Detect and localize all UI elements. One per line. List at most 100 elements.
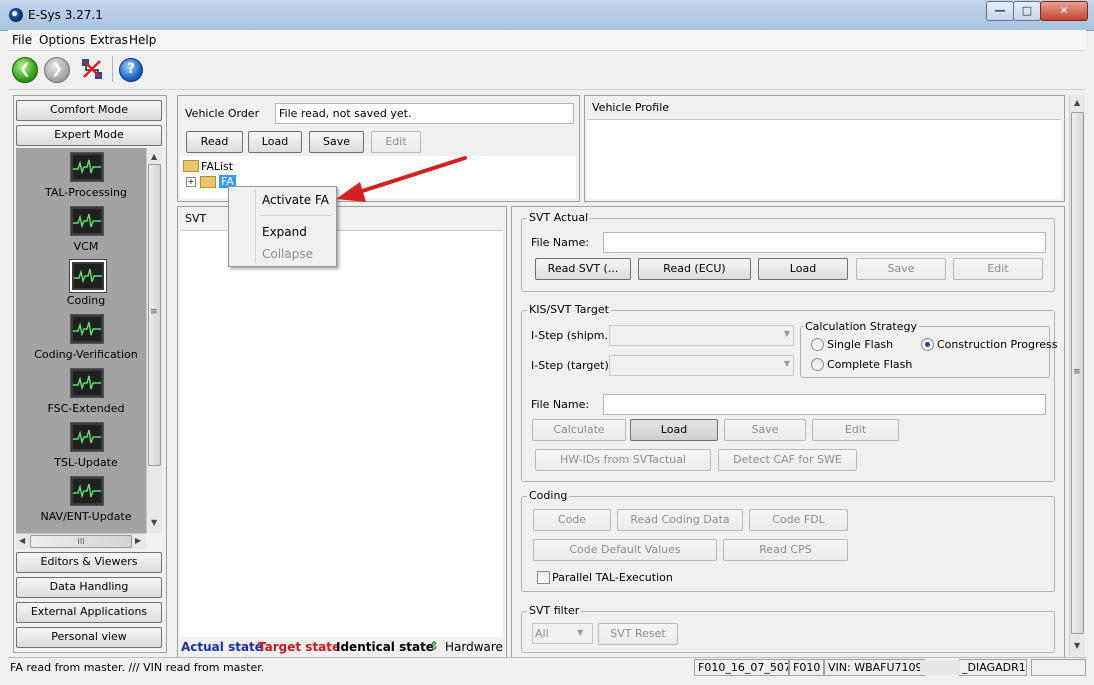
scroll-left-icon[interactable]: ◀ xyxy=(19,536,25,545)
svt-actual-edit-button[interactable]: Edit xyxy=(953,258,1043,280)
status-istep: F010_16_07_507 xyxy=(694,659,789,676)
tool-fsc-extended[interactable]: FSC-Extended xyxy=(16,366,146,420)
personal-view-button[interactable]: Personal view xyxy=(16,627,162,648)
svt-filter-select[interactable]: All xyxy=(532,623,593,644)
scroll-thumb[interactable]: ≡ xyxy=(1071,112,1084,634)
menu-bar xyxy=(8,30,1086,51)
tool-label: Coding-Verification xyxy=(34,348,138,361)
oscilloscope-icon xyxy=(70,368,104,398)
expert-mode-button[interactable]: Expert Mode xyxy=(16,125,162,146)
read-ecu-button[interactable]: Read (ECU) xyxy=(638,258,751,280)
svt-reset-button[interactable]: SVT Reset xyxy=(598,623,678,645)
menu-file[interactable]: File xyxy=(12,33,32,47)
calculation-strategy-title: Calculation Strategy xyxy=(803,320,919,333)
tool-tsl-update[interactable]: TSL-Update xyxy=(16,420,146,474)
tool-list-vscrollbar[interactable]: ▲ ≡ ▼ xyxy=(146,148,162,533)
oscilloscope-icon xyxy=(70,476,104,506)
scroll-up-icon[interactable]: ▲ xyxy=(151,152,157,161)
legend-hardware: Hardware xyxy=(445,640,503,654)
minimize-button[interactable]: — xyxy=(986,1,1014,21)
forward-icon[interactable]: ❯ xyxy=(44,57,70,83)
load-fa-button[interactable]: Load xyxy=(248,131,302,153)
main-vscrollbar[interactable]: ▲ ≡ ▼ xyxy=(1069,95,1085,656)
single-flash-label: Single Flash xyxy=(827,338,894,351)
back-icon[interactable]: ❮ xyxy=(12,57,38,83)
read-fa-button[interactable]: Read xyxy=(186,131,243,153)
scroll-thumb[interactable]: III xyxy=(30,535,132,548)
tree-expand-icon[interactable]: + xyxy=(186,177,196,187)
editors-viewers-button[interactable]: Editors & Viewers xyxy=(16,552,162,573)
kis-load-button[interactable]: Load xyxy=(630,419,718,441)
code-fdl-button[interactable]: Code FDL xyxy=(749,509,848,531)
folder-icon xyxy=(183,160,199,172)
calculate-button[interactable]: Calculate xyxy=(532,419,626,441)
scroll-down-icon[interactable]: ▼ xyxy=(1074,641,1080,650)
chevron-down-icon: ▼ xyxy=(783,359,790,368)
istep-shipm-select[interactable]: ▼ xyxy=(609,325,794,346)
scroll-down-icon[interactable]: ▼ xyxy=(151,518,157,527)
help-icon[interactable]: ? xyxy=(119,58,143,82)
kis-svt-target-title: KIS/SVT Target xyxy=(527,303,611,316)
status-empty-cell xyxy=(1031,659,1086,676)
legend-identical-state: Identical state xyxy=(336,640,434,654)
svt-actual-file-name-input[interactable] xyxy=(603,232,1046,253)
tool-label: FSC-Extended xyxy=(47,402,125,415)
parallel-tal-checkbox[interactable] xyxy=(537,571,550,584)
minimize-icon: — xyxy=(994,4,1006,17)
kis-edit-button[interactable]: Edit xyxy=(812,419,899,441)
menu-options[interactable]: Options xyxy=(39,33,85,47)
code-default-values-button[interactable]: Code Default Values xyxy=(533,539,717,561)
code-button[interactable]: Code xyxy=(533,509,611,531)
close-button[interactable]: ✕ xyxy=(1040,1,1088,21)
scroll-right-icon[interactable]: ▶ xyxy=(135,536,141,545)
status-series: F010 xyxy=(789,659,824,676)
menu-extras[interactable]: Extras xyxy=(90,33,128,47)
menu-item-expand[interactable]: Expand xyxy=(262,225,307,239)
window-title: E-Sys 3.27.1 xyxy=(28,8,103,22)
scroll-thumb[interactable]: ≡ xyxy=(148,164,161,466)
toolbar xyxy=(8,51,1086,90)
complete-flash-radio[interactable] xyxy=(811,358,824,371)
menu-item-collapse[interactable]: Collapse xyxy=(262,247,313,261)
data-handling-button[interactable]: Data Handling xyxy=(16,577,162,598)
legend-target-state: Target state xyxy=(258,640,341,654)
single-flash-radio[interactable] xyxy=(811,338,824,351)
external-applications-button[interactable]: External Applications xyxy=(16,602,162,623)
read-cps-button[interactable]: Read CPS xyxy=(723,539,848,561)
menu-gutter xyxy=(255,189,256,263)
connect-icon[interactable] xyxy=(80,57,104,81)
detect-caf-button[interactable]: Detect CAF for SWE xyxy=(718,449,857,471)
tool-tal-processing[interactable]: TAL-Processing xyxy=(16,150,146,204)
close-icon: ✕ xyxy=(1059,4,1069,17)
tree-item-falist[interactable]: FAList xyxy=(201,160,233,173)
read-svt-button[interactable]: Read SVT (... xyxy=(535,258,631,280)
chevron-down-icon: ▼ xyxy=(577,628,584,637)
kis-file-name-input[interactable] xyxy=(603,394,1046,415)
maximize-icon: □ xyxy=(1021,4,1033,17)
maximize-button[interactable]: □ xyxy=(1013,1,1041,21)
tool-nav-ent-update[interactable]: NAV/ENT-Update xyxy=(16,474,146,528)
menu-separator xyxy=(259,215,331,216)
title-bar[interactable] xyxy=(0,0,1094,31)
scroll-up-icon[interactable]: ▲ xyxy=(1074,98,1080,107)
menu-help[interactable]: Help xyxy=(129,33,156,47)
svt-actual-save-button[interactable]: Save xyxy=(856,258,946,280)
app-logo-icon xyxy=(9,8,23,22)
construction-progress-radio[interactable] xyxy=(921,338,934,351)
tool-label: TSL-Update xyxy=(54,456,118,469)
comfort-mode-button[interactable]: Comfort Mode xyxy=(16,100,162,121)
read-coding-data-button[interactable]: Read Coding Data xyxy=(617,509,743,531)
istep-target-select[interactable]: ▼ xyxy=(609,355,794,376)
oscilloscope-icon xyxy=(69,259,107,293)
tool-coding-verification[interactable]: Coding-Verification xyxy=(16,312,146,366)
hwids-from-svtactual-button[interactable]: HW-IDs from SVTactual xyxy=(535,449,711,471)
vehicle-profile-area xyxy=(587,119,1061,199)
menu-item-activate-fa[interactable]: Activate FA xyxy=(262,193,329,207)
tool-coding[interactable]: Coding xyxy=(16,258,146,312)
kis-save-button[interactable]: Save xyxy=(724,419,806,441)
tool-vcm[interactable]: VCM xyxy=(16,204,146,258)
svt-actual-load-button[interactable]: Load xyxy=(758,258,848,280)
tool-list-hscrollbar[interactable]: ◀ III ▶ xyxy=(16,533,146,549)
svt-actual-title: SVT Actual xyxy=(527,211,591,224)
vehicle-order-status-field[interactable]: File read, not saved yet. xyxy=(275,103,574,124)
